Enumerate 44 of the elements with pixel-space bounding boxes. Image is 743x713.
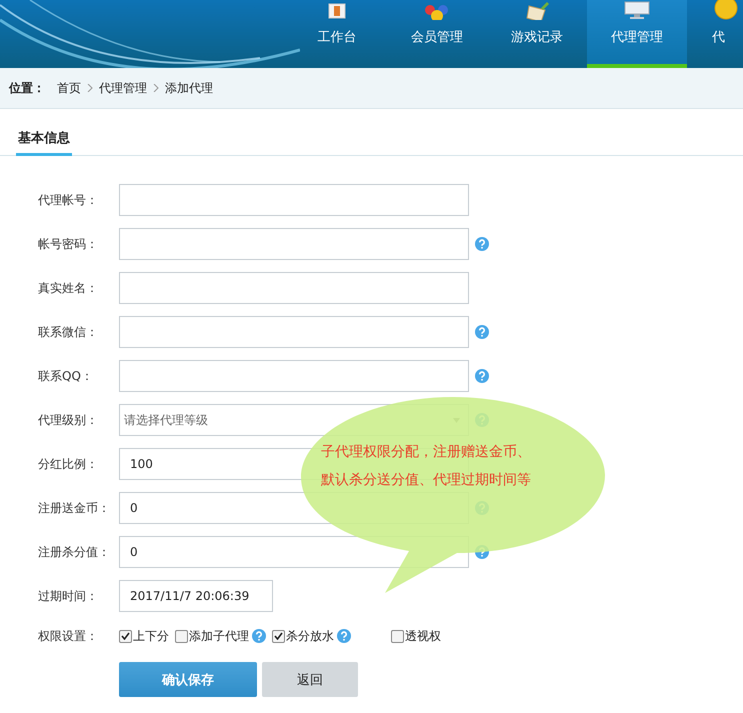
- input-field[interactable]: [119, 228, 469, 260]
- nav-tab[interactable]: 游戏记录: [487, 0, 587, 68]
- input-field[interactable]: [119, 184, 469, 216]
- nav-icon: [712, 0, 740, 20]
- field-label: 权限设置：: [38, 628, 99, 644]
- input-field[interactable]: [119, 316, 469, 348]
- chevron-icon: [153, 84, 159, 92]
- chevron-icon: [87, 84, 93, 92]
- field-label: 注册杀分值：: [38, 544, 111, 560]
- nav-tab[interactable]: 会员管理: [387, 0, 487, 68]
- help-icon[interactable]: [252, 629, 266, 643]
- field-label: 帐号密码：: [38, 236, 99, 252]
- help-icon[interactable]: [337, 629, 351, 643]
- breadcrumb-link[interactable]: 首页: [57, 80, 81, 96]
- help-icon[interactable]: [475, 325, 489, 339]
- field-label: 真实姓名：: [38, 280, 99, 296]
- date-field[interactable]: 2017/11/7 20:06:39: [119, 580, 273, 612]
- checkbox[interactable]: [175, 630, 188, 642]
- checkbox[interactable]: [119, 630, 132, 642]
- checkbox[interactable]: [272, 630, 285, 642]
- checkbox-label[interactable]: 上下分: [133, 628, 169, 644]
- field-label: 联系QQ：: [38, 368, 94, 384]
- section-tab[interactable]: 基本信息: [16, 127, 72, 156]
- field-label: 代理级别：: [38, 412, 99, 428]
- input-field[interactable]: [119, 272, 469, 304]
- checkbox-label[interactable]: 杀分放水: [286, 628, 334, 644]
- checkbox-label[interactable]: 添加子代理: [189, 628, 249, 644]
- nav-tab[interactable]: 代理管理: [587, 0, 687, 68]
- field-label: 过期时间：: [38, 588, 99, 604]
- field-label: 分红比例：: [38, 456, 99, 472]
- input-field[interactable]: [119, 360, 469, 392]
- field-label: 联系微信：: [38, 324, 99, 340]
- field-label: 代理帐号：: [38, 192, 99, 208]
- nav-icon: [623, 0, 651, 20]
- nav-tab[interactable]: 代: [687, 0, 743, 68]
- nav-tab[interactable]: 工作台: [287, 0, 387, 68]
- location-label: 位置：: [9, 80, 45, 96]
- help-icon[interactable]: [475, 237, 489, 251]
- breadcrumb-link[interactable]: 代理管理: [99, 80, 147, 96]
- field-label: 注册送金币：: [38, 500, 111, 516]
- checkbox[interactable]: [391, 630, 404, 642]
- checkbox-label[interactable]: 透视权: [405, 628, 441, 644]
- back-button[interactable]: 返回: [262, 662, 358, 697]
- help-icon[interactable]: [475, 369, 489, 383]
